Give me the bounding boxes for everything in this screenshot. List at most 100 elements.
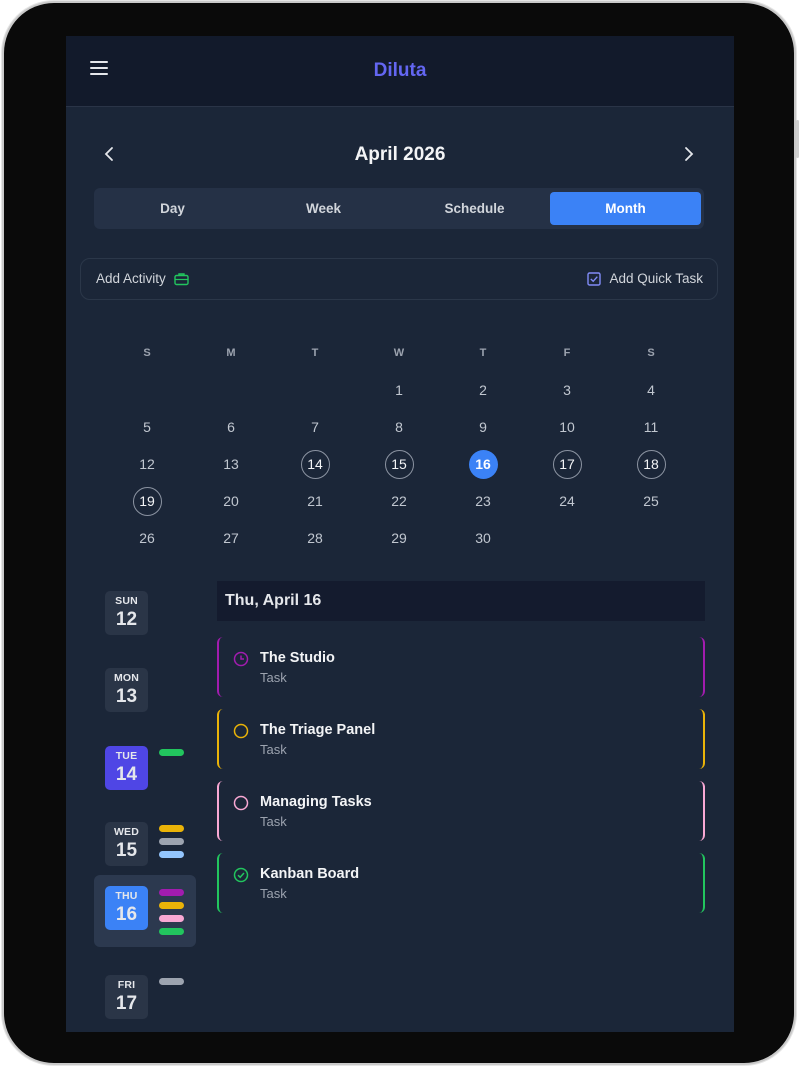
top-bar: Diluta (66, 36, 734, 107)
calendar-day-4[interactable]: 4 (609, 375, 693, 405)
calendar-day-10[interactable]: 10 (525, 412, 609, 442)
task-title: Kanban Board (260, 866, 360, 882)
day-number: 8 (395, 418, 403, 435)
day-chip-sun[interactable]: SUN 12 (94, 580, 196, 652)
empty-day-cell (273, 375, 357, 405)
activity-indicator (159, 978, 184, 985)
calendar-day-14[interactable]: 14 (273, 449, 357, 479)
day-chip-fri[interactable]: FRI 17 (94, 964, 196, 1032)
calendar-day-2[interactable]: 2 (441, 375, 525, 405)
day-number: 30 (475, 529, 491, 546)
calendar-day-25[interactable]: 25 (609, 486, 693, 516)
tab-week[interactable]: Week (248, 192, 399, 225)
day-chip-wed[interactable]: WED 15 (94, 811, 196, 883)
day-number: 20 (223, 492, 239, 509)
calendar-week-row: 26 27 28 29 30 (105, 519, 693, 556)
task-card[interactable]: Managing Tasks Task (217, 781, 705, 841)
task-title: The Studio (260, 650, 335, 666)
calendar-day-28[interactable]: 28 (273, 523, 357, 553)
add-quick-task-button[interactable]: Add Quick Task (587, 271, 703, 286)
day-number: 17 (115, 993, 138, 1014)
day-number: 26 (139, 529, 155, 546)
day-chip-tue[interactable]: TUE 14 (94, 735, 196, 807)
activity-indicators (159, 825, 184, 864)
tab-day[interactable]: Day (97, 192, 248, 225)
calendar-day-7[interactable]: 7 (273, 412, 357, 442)
day-number: 14 (300, 449, 330, 479)
next-month-button[interactable] (676, 142, 700, 166)
day-chip-mon[interactable]: MON 13 (94, 657, 196, 729)
action-bar: Add Activity Add Quick Task (80, 258, 718, 300)
day-number: 4 (647, 381, 655, 398)
day-number: 24 (559, 492, 575, 509)
calendar-day-12[interactable]: 12 (105, 449, 189, 479)
calendar-day-13[interactable]: 13 (189, 449, 273, 479)
day-number: 25 (643, 492, 659, 509)
calendar-day-3[interactable]: 3 (525, 375, 609, 405)
calendar-day-18[interactable]: 18 (609, 449, 693, 479)
day-badge: MON 13 (105, 668, 148, 712)
add-activity-button[interactable]: Add Activity (96, 271, 189, 286)
day-number: 15 (115, 840, 138, 861)
day-chip-thu[interactable]: THU 16 (94, 875, 196, 947)
activity-indicator (159, 851, 184, 858)
calendar-day-9[interactable]: 9 (441, 412, 525, 442)
day-number: 9 (479, 418, 487, 435)
calendar-day-26[interactable]: 26 (105, 523, 189, 553)
calendar-day-19[interactable]: 19 (105, 486, 189, 516)
day-number: 3 (563, 381, 571, 398)
weekday-abbrev: FRI (117, 979, 136, 991)
activity-indicator (159, 749, 184, 756)
empty-day-cell (189, 375, 273, 405)
activity-indicators (159, 889, 184, 941)
day-number: 12 (115, 609, 138, 630)
day-number: 15 (384, 449, 414, 479)
day-number: 21 (307, 492, 323, 509)
calendar-day-24[interactable]: 24 (525, 486, 609, 516)
calendar-day-30[interactable]: 30 (441, 523, 525, 553)
day-number: 13 (115, 686, 138, 707)
task-title: Managing Tasks (260, 794, 372, 810)
task-card[interactable]: The Studio Task (217, 637, 705, 697)
tab-schedule[interactable]: Schedule (399, 192, 550, 225)
calendar-week-row: 12 13 14 15 16 17 18 (105, 445, 693, 482)
day-number: 14 (115, 764, 138, 785)
chevron-right-icon (685, 147, 694, 161)
tab-month[interactable]: Month (550, 192, 701, 225)
calendar-day-23[interactable]: 23 (441, 486, 525, 516)
calendar-day-11[interactable]: 11 (609, 412, 693, 442)
day-number: 22 (391, 492, 407, 509)
calendar-day-17[interactable]: 17 (525, 449, 609, 479)
calendar-day-6[interactable]: 6 (189, 412, 273, 442)
calendar-day-5[interactable]: 5 (105, 412, 189, 442)
calendar-day-15[interactable]: 15 (357, 449, 441, 479)
briefcase-icon (174, 272, 189, 285)
task-type: Task (260, 886, 287, 901)
calendar-day-16[interactable]: 16 (441, 449, 525, 479)
weekday-label: S (647, 346, 655, 359)
day-number: 16 (115, 904, 138, 925)
calendar-day-8[interactable]: 8 (357, 412, 441, 442)
calendar-day-1[interactable]: 1 (357, 375, 441, 405)
activity-indicators (159, 749, 184, 762)
calendar-day-22[interactable]: 22 (357, 486, 441, 516)
task-type: Task (260, 742, 287, 757)
day-badge: WED 15 (105, 822, 148, 866)
weekday-header-row: SMTWTFS (105, 334, 693, 371)
calendar-day-20[interactable]: 20 (189, 486, 273, 516)
circle-icon (233, 795, 249, 811)
calendar-day-21[interactable]: 21 (273, 486, 357, 516)
day-badge: FRI 17 (105, 975, 148, 1019)
task-card[interactable]: Kanban Board Task (217, 853, 705, 913)
day-badge: SUN 12 (105, 591, 148, 635)
day-number: 13 (223, 455, 239, 472)
calendar-week-row: 19 20 21 22 23 24 25 (105, 482, 693, 519)
add-quick-task-label: Add Quick Task (609, 271, 703, 286)
day-number: 6 (227, 418, 235, 435)
add-activity-label: Add Activity (96, 271, 166, 286)
task-card[interactable]: The Triage Panel Task (217, 709, 705, 769)
weekday-label: T (311, 346, 319, 359)
weekday-label: W (393, 346, 405, 359)
calendar-day-29[interactable]: 29 (357, 523, 441, 553)
calendar-day-27[interactable]: 27 (189, 523, 273, 553)
